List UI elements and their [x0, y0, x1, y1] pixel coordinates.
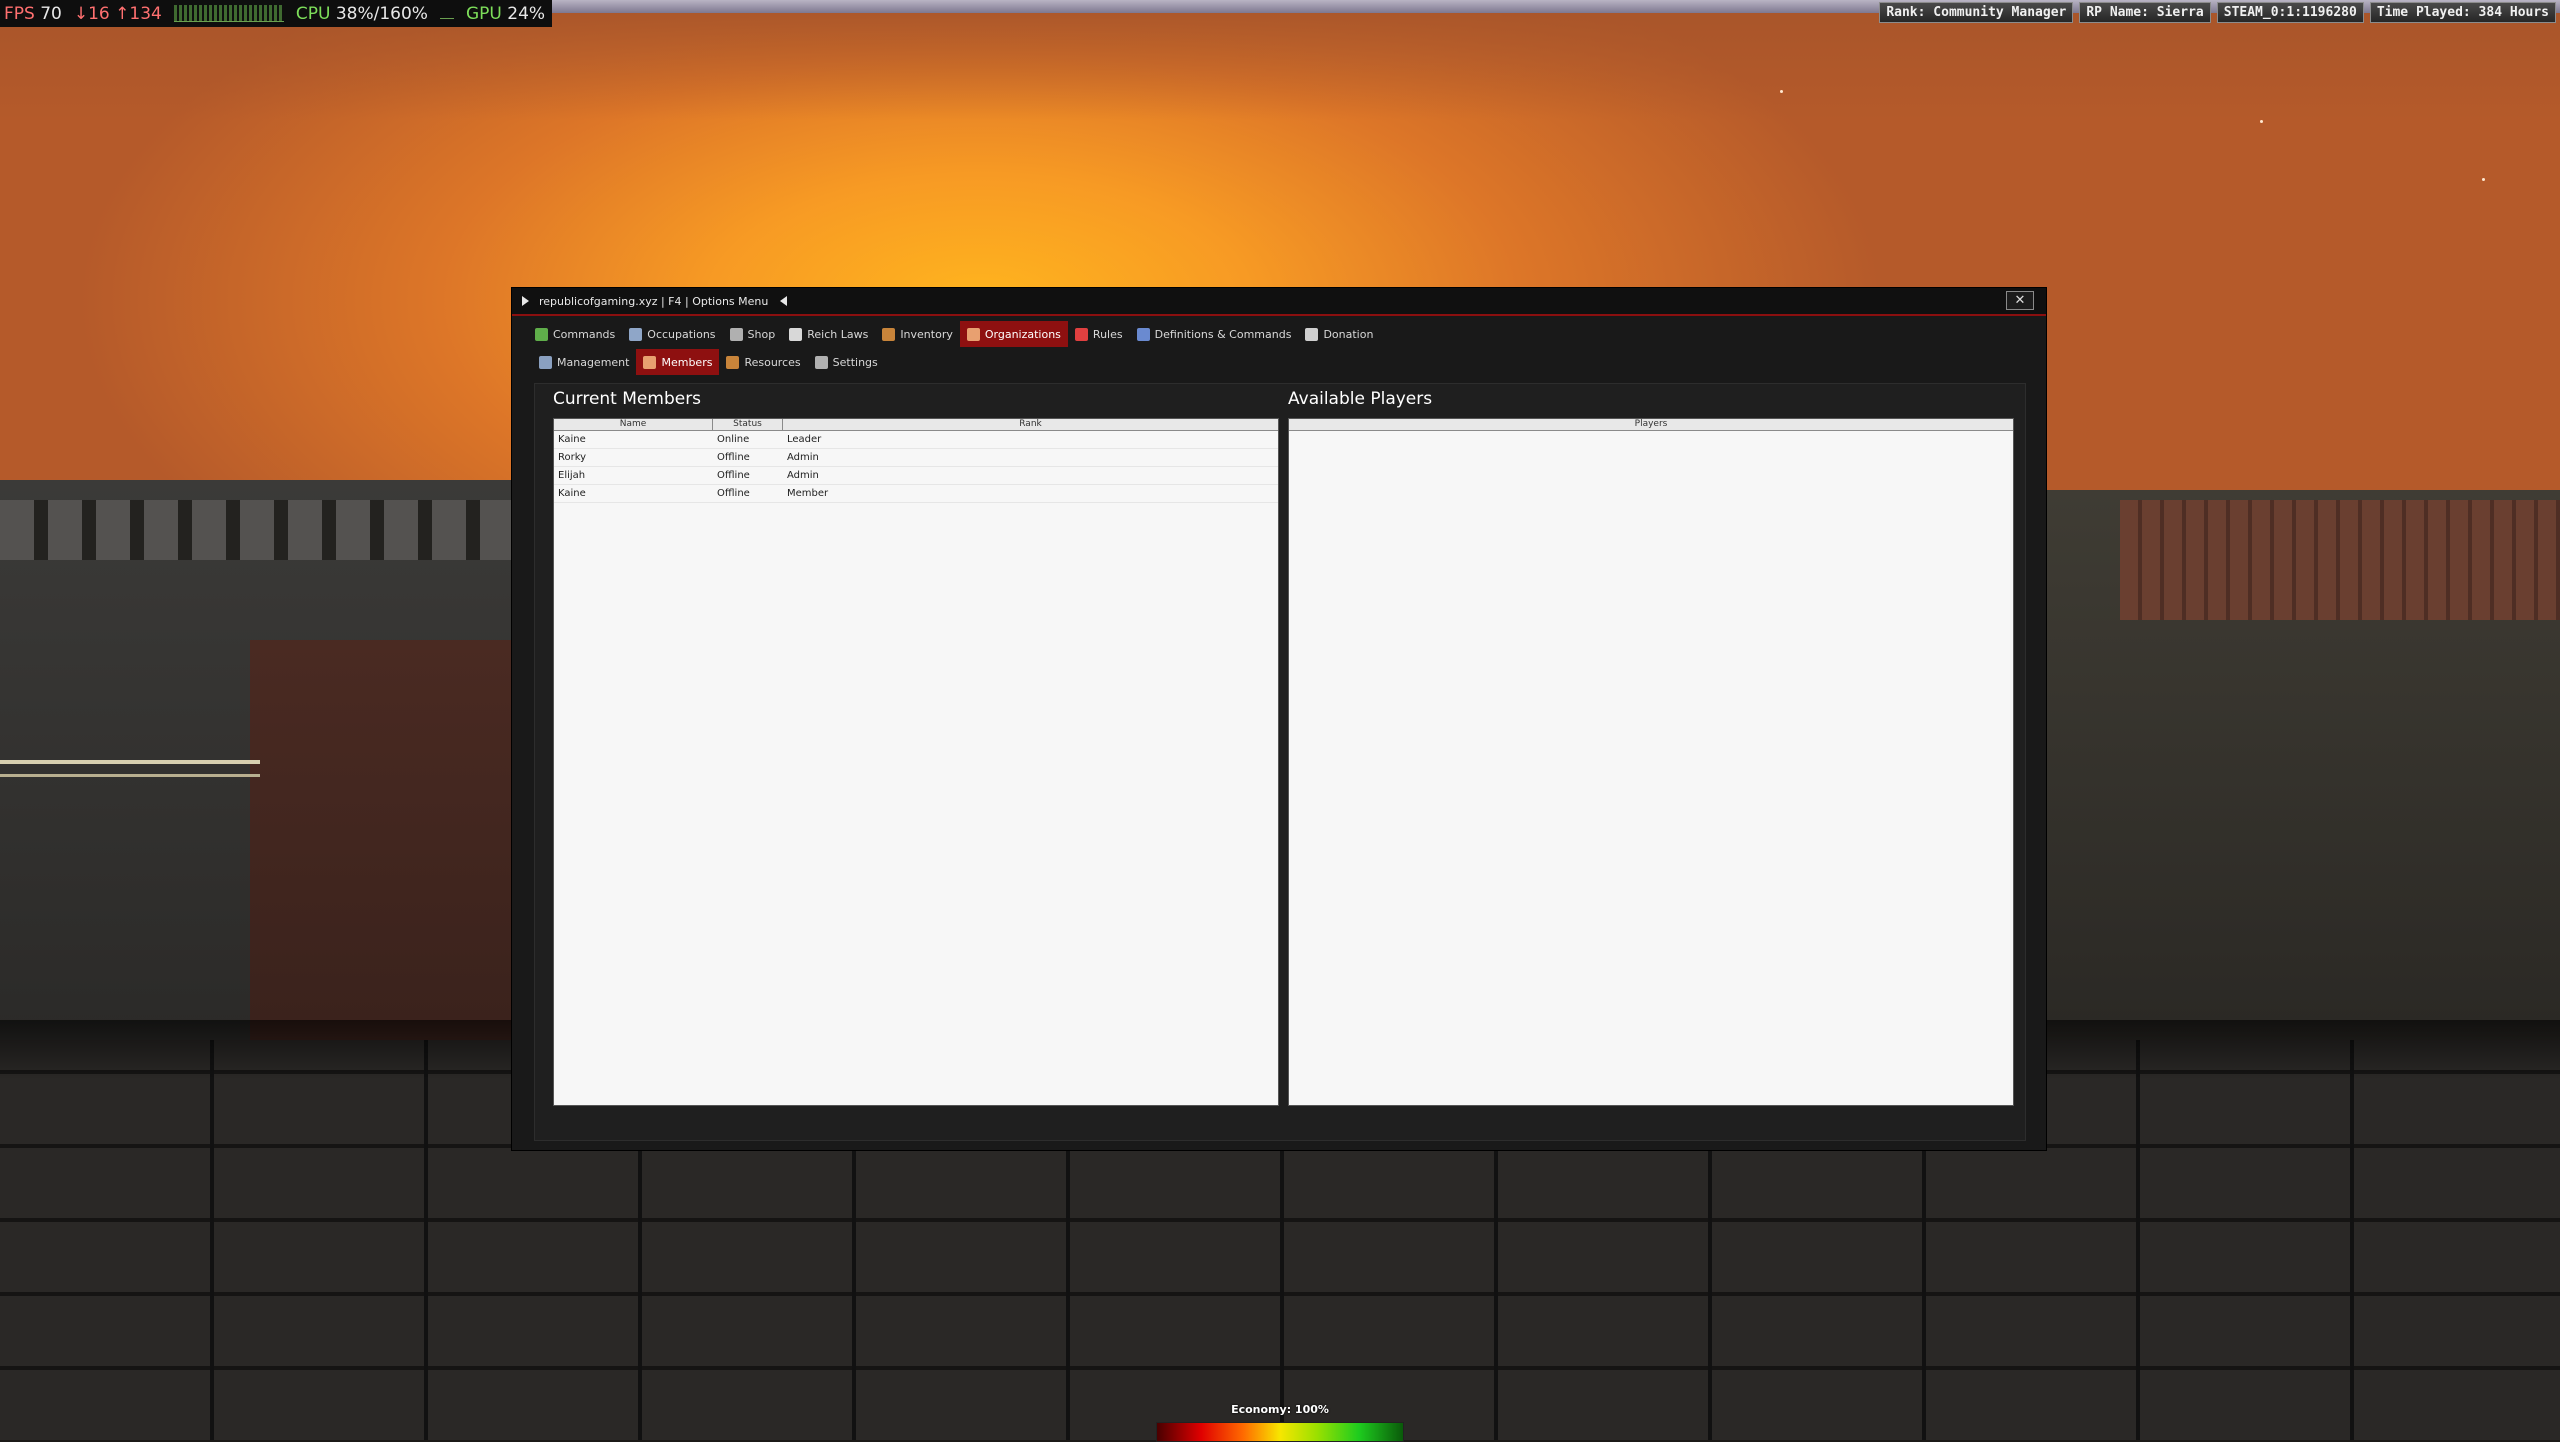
column-header-name[interactable]: Name [554, 419, 713, 430]
gear-icon [814, 355, 828, 369]
member-name: Rorky [558, 452, 587, 463]
member-rank: Admin [787, 452, 819, 463]
arrow-left-icon [774, 296, 788, 306]
tab-definitions-and-commands[interactable]: Definitions & Commands [1130, 321, 1299, 347]
arrow-right-icon [522, 296, 535, 306]
member-status: Offline [717, 452, 750, 463]
window-titlebar[interactable]: republicofgaming.xyz | F4 | Options Menu… [512, 288, 2046, 316]
ping-readout: ↓16 ↑134 [73, 3, 162, 24]
tab-inventory[interactable]: Inventory [875, 321, 960, 347]
tab-organizations[interactable]: Organizations [959, 321, 1068, 347]
tab-label: Occupations [647, 327, 716, 341]
members-list[interactable]: Name Status Rank Kaine Online Leader Rorky O… [553, 418, 1279, 1106]
options-menu-window: republicofgaming.xyz | F4 | Options Menu… [512, 288, 2046, 1150]
warning-icon [1074, 327, 1088, 341]
member-rank: Member [787, 488, 829, 499]
member-status: Offline [717, 470, 750, 481]
member-row[interactable]: Kaine Offline Member [554, 485, 1278, 503]
railing [0, 760, 260, 777]
tab-label: Inventory [900, 327, 953, 341]
subtab-settings[interactable]: Settings [808, 349, 885, 375]
star [2482, 178, 2485, 181]
subtab-label: Members [661, 355, 713, 369]
group-icon [643, 355, 657, 369]
member-name: Kaine [558, 434, 586, 445]
member-row[interactable]: Elijah Offline Admin [554, 467, 1278, 485]
fps-readout: FPS 70 [4, 3, 62, 24]
current-members-title: Current Members [553, 389, 702, 409]
tab-label: Rules [1092, 327, 1123, 341]
tab-donation[interactable]: Donation [1298, 321, 1380, 347]
sub-tab-bar: Management Members Resources Settings [532, 349, 885, 375]
subtab-resources[interactable]: Resources [719, 349, 807, 375]
tab-commands[interactable]: Commands [528, 321, 622, 347]
close-button[interactable]: ✕ [2006, 291, 2034, 310]
main-tab-bar: Commands Occupations Shop Reich Laws Invento… [528, 321, 1380, 347]
resources-icon [726, 355, 740, 369]
list-icon [789, 327, 803, 341]
group-icon [966, 327, 980, 341]
member-rank: Leader [787, 434, 822, 445]
player-info-bar: Rank: Community Manager RP Name: Sierra … [1879, 2, 2556, 23]
subtab-label: Settings [832, 355, 878, 369]
cart-icon [729, 327, 743, 341]
member-name: Kaine [558, 488, 586, 499]
tab-reich-laws[interactable]: Reich Laws [782, 321, 875, 347]
close-icon: ✕ [2014, 293, 2026, 308]
cpu-readout: CPU 38%/160% [295, 3, 428, 24]
available-players-title: Available Players [1288, 389, 1433, 409]
box-icon [882, 327, 896, 341]
tab-rules[interactable]: Rules [1068, 321, 1130, 347]
book-icon [1136, 327, 1150, 341]
tab-label: Reich Laws [807, 327, 869, 341]
money-icon [535, 327, 548, 341]
member-status: Online [717, 434, 750, 445]
member-row[interactable]: Rorky Offline Admin [554, 449, 1278, 467]
subtab-members[interactable]: Members [636, 349, 720, 375]
gpu-readout: GPU 24% [465, 3, 546, 24]
tab-label: Donation [1323, 327, 1374, 341]
star [2260, 120, 2263, 123]
star [1780, 90, 1783, 93]
tab-label: Organizations [984, 327, 1061, 341]
gpu-graph [439, 8, 454, 19]
person-icon [629, 327, 643, 341]
rp-name-badge: RP Name: Sierra [2079, 2, 2211, 23]
tab-label: Commands [553, 327, 616, 341]
members-rows: Kaine Online Leader Rorky Offline Admin Elijah… [554, 431, 1278, 503]
players-list-header: Players [1289, 419, 2013, 431]
column-header-players[interactable]: Players [1289, 419, 2013, 430]
tab-label: Definitions & Commands [1154, 327, 1292, 341]
column-header-rank[interactable]: Rank [783, 419, 1278, 430]
window-title: republicofgaming.xyz | F4 | Options Menu [539, 294, 769, 308]
rank-badge: Rank: Community Manager [1879, 2, 2074, 23]
tiled-roof [2120, 500, 2560, 620]
clipboard-icon [539, 355, 552, 369]
donation-icon [1305, 327, 1319, 341]
frametime-graph [173, 5, 284, 22]
member-status: Offline [717, 488, 750, 499]
subtab-label: Management [557, 355, 630, 369]
tab-shop[interactable]: Shop [723, 321, 783, 347]
tab-occupations[interactable]: Occupations [622, 321, 722, 347]
performance-overlay: FPS 70 ↓16 ↑134 CPU 38%/160% GPU 24% [0, 0, 552, 27]
tab-label: Shop [747, 327, 776, 341]
member-row[interactable]: Kaine Online Leader [554, 431, 1278, 449]
subtab-label: Resources [744, 355, 801, 369]
subtab-management[interactable]: Management [532, 349, 636, 375]
member-name: Elijah [558, 470, 586, 481]
member-rank: Admin [787, 470, 819, 481]
members-list-header: Name Status Rank [554, 419, 1278, 431]
players-list[interactable]: Players [1288, 418, 2014, 1106]
economy-label: Economy: 100% [1231, 1403, 1329, 1416]
brick-building [250, 640, 520, 1040]
column-header-status[interactable]: Status [713, 419, 783, 430]
steam-id-badge: STEAM_0:1:1196280 [2216, 2, 2364, 23]
economy-meter [1156, 1422, 1404, 1442]
time-played-badge: Time Played: 384 Hours [2369, 2, 2556, 23]
